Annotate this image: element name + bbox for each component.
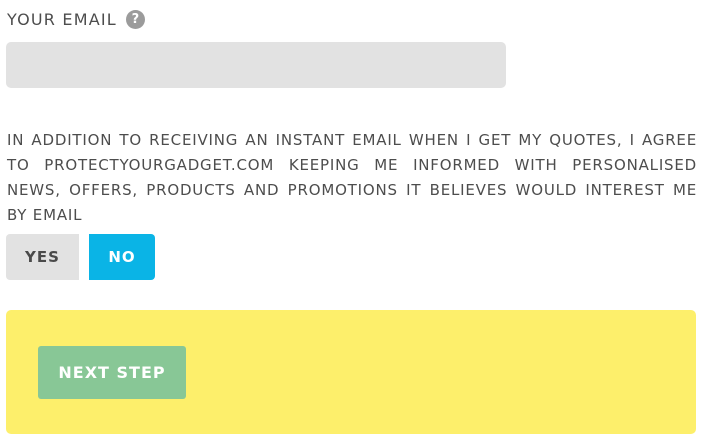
consent-text: IN ADDITION TO RECEIVING AN INSTANT EMAI… xyxy=(7,131,697,224)
email-input[interactable] xyxy=(6,42,506,88)
consent-yes-button[interactable]: YES xyxy=(6,234,79,280)
next-step-panel: NEXT STEP xyxy=(6,310,696,434)
consent-toggle-group: YES NO xyxy=(6,234,155,280)
email-label: YOUR EMAIL xyxy=(7,9,117,29)
next-step-button[interactable]: NEXT STEP xyxy=(38,346,186,399)
email-label-row: YOUR EMAIL ? xyxy=(7,8,145,30)
help-icon[interactable]: ? xyxy=(125,9,145,29)
consent-no-button[interactable]: NO xyxy=(89,234,155,280)
